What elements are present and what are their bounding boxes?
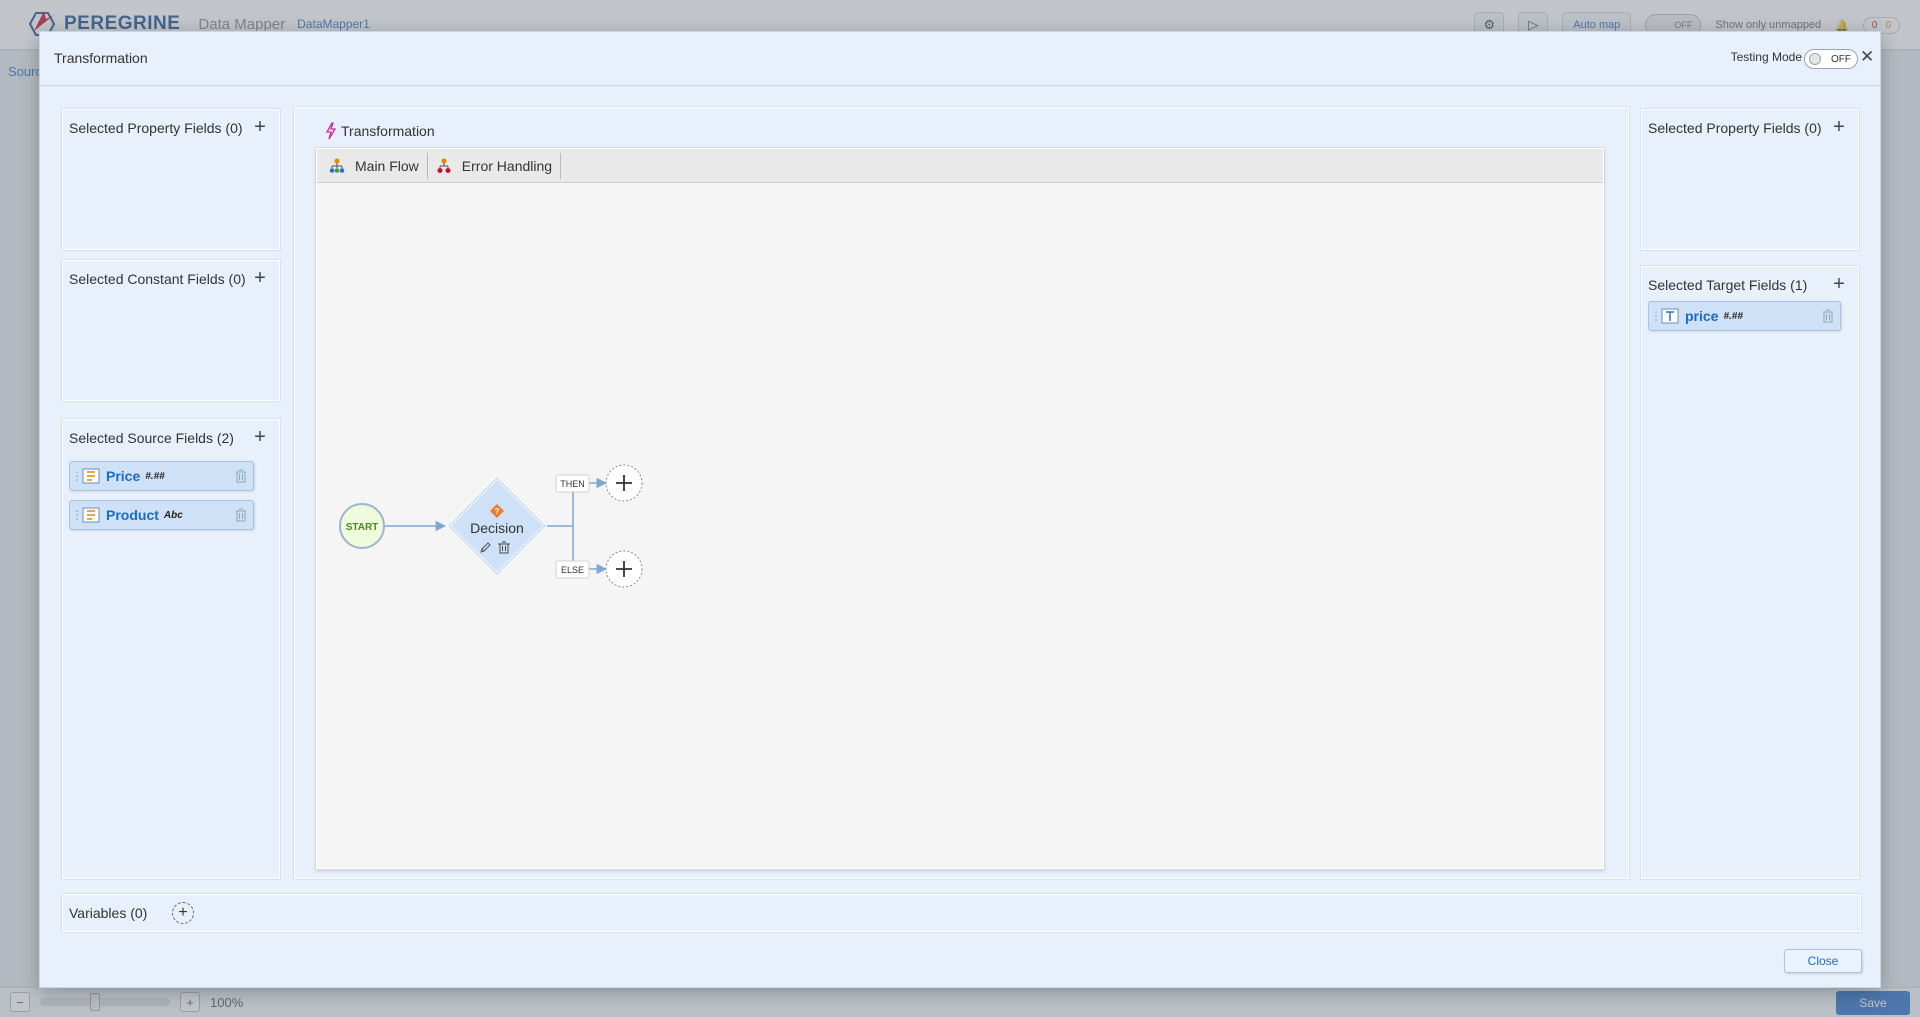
panel-title: Selected Source Fields (2) — [69, 430, 234, 446]
decision-label: Decision — [470, 520, 524, 536]
else-label-box: ELSE — [555, 560, 590, 579]
transformation-title: Transformation — [341, 123, 435, 139]
else-label: ELSE — [561, 565, 584, 575]
field-type: #.## — [1723, 310, 1743, 322]
field-type: Abc — [163, 509, 183, 521]
then-label: THEN — [560, 479, 585, 489]
drag-handle-icon[interactable]: ⋮ — [70, 508, 83, 522]
variables-panel: Variables (0) + — [62, 894, 1861, 932]
left-source-fields-panel: Selected Source Fields (2) + ⋮ Price #.#… — [62, 419, 280, 879]
drag-handle-icon[interactable]: ⋮ — [70, 469, 83, 483]
field-type-icon — [1661, 308, 1679, 324]
transformation-header: Transformation — [325, 122, 435, 140]
tab-main-flow[interactable]: Main Flow — [321, 152, 428, 179]
tab-error-handling[interactable]: Error Handling — [428, 152, 562, 179]
source-field-product[interactable]: ⋮ Product Abc — [69, 500, 254, 530]
close-button[interactable]: Close — [1784, 949, 1862, 973]
field-name: Price — [106, 468, 141, 484]
tab-label: Main Flow — [355, 157, 419, 174]
add-source-field-button[interactable]: + — [251, 426, 269, 448]
testing-mode-label: Testing Mode — [1730, 50, 1802, 64]
flow-canvas[interactable]: Main Flow Error Handling START ? Decisio… — [316, 148, 1604, 869]
field-type-icon — [82, 468, 100, 484]
source-field-price[interactable]: ⋮ Price #.## — [69, 461, 254, 491]
variables-title: Variables (0) — [69, 905, 148, 921]
field-type: #.## — [145, 470, 165, 482]
panel-title: Selected Constant Fields (0) — [69, 271, 246, 287]
testing-mode-toggle[interactable]: OFF — [1804, 49, 1858, 69]
modal-header: Transformation Testing Mode OFF ✕ — [40, 32, 1880, 86]
add-target-field-button[interactable]: + — [1830, 273, 1848, 295]
transformation-modal: Transformation Testing Mode OFF ✕ Select… — [39, 31, 1881, 988]
add-constant-field-button[interactable]: + — [251, 267, 269, 289]
tab-label: Error Handling — [461, 157, 553, 174]
add-else-step-button[interactable] — [605, 550, 643, 588]
error-tree-icon — [437, 158, 451, 173]
trash-icon[interactable] — [235, 469, 247, 483]
panel-title: Selected Property Fields (0) — [1648, 120, 1822, 136]
svg-text:?: ? — [495, 507, 500, 516]
field-type-icon — [82, 507, 100, 523]
left-constant-fields-panel: Selected Constant Fields (0) + — [62, 260, 280, 401]
flow-tabbar: Main Flow Error Handling — [317, 149, 1603, 183]
modal-title: Transformation — [54, 50, 148, 66]
add-then-step-button[interactable] — [605, 464, 643, 502]
lightning-icon — [325, 122, 337, 140]
toggle-knob — [1809, 53, 1821, 65]
start-label: START — [346, 522, 379, 533]
panel-title: Selected Target Fields (1) — [1648, 277, 1808, 293]
field-name: Product — [106, 507, 159, 523]
then-label-box: THEN — [555, 474, 590, 493]
drag-handle-icon[interactable]: ⋮ — [1649, 309, 1662, 323]
add-property-field-button[interactable]: + — [251, 116, 269, 138]
testing-mode-state: OFF — [1831, 53, 1851, 65]
right-target-fields-panel: Selected Target Fields (1) + ⋮ price #.#… — [1641, 266, 1859, 879]
transformation-panel: Transformation Main Flow Error Handling … — [294, 107, 1629, 879]
target-field-price[interactable]: ⋮ price #.## — [1648, 301, 1841, 331]
trash-icon[interactable] — [1822, 309, 1834, 323]
left-property-fields-panel: Selected Property Fields (0) + — [62, 109, 280, 250]
field-name: price — [1685, 308, 1719, 324]
right-property-fields-panel: Selected Property Fields (0) + — [1641, 109, 1859, 250]
trash-icon[interactable] — [235, 508, 247, 522]
decision-node[interactable]: ? Decision — [446, 475, 548, 577]
add-property-field-button[interactable]: + — [1830, 116, 1848, 138]
flow-diagram: START ? Decision THEN ELSE — [339, 464, 643, 588]
close-icon[interactable]: ✕ — [1860, 46, 1874, 68]
flow-tree-icon — [329, 158, 345, 173]
add-variable-button[interactable]: + — [172, 902, 194, 924]
start-node[interactable]: START — [339, 503, 385, 549]
panel-title: Selected Property Fields (0) — [69, 120, 243, 136]
